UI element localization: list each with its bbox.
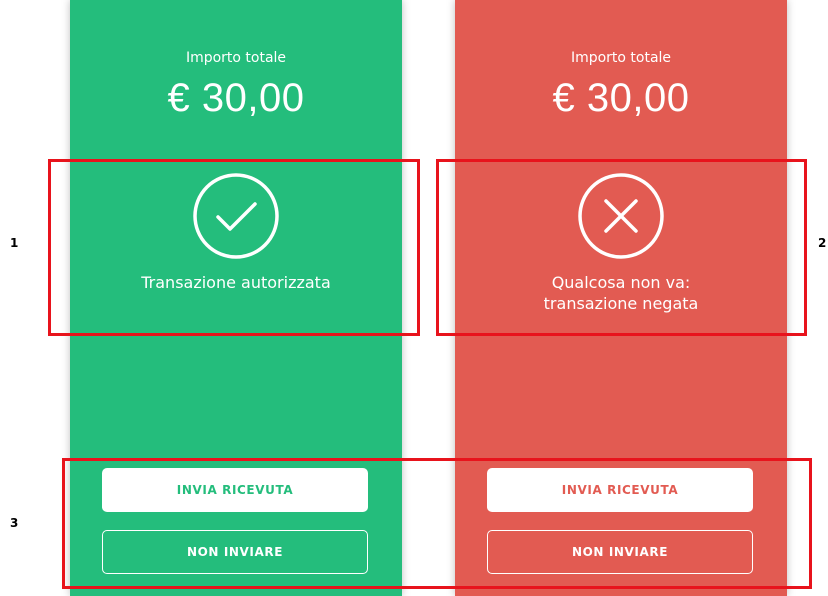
status-message: Qualcosa non va: transazione negata bbox=[455, 272, 787, 314]
total-amount-label: Importo totale bbox=[570, 50, 672, 66]
annotation-marker-2: 2 bbox=[818, 236, 827, 250]
failure-panel: Importo totale € 30,00 Qualcosa non va: … bbox=[455, 0, 787, 596]
check-circle-icon bbox=[193, 173, 279, 259]
dont-send-button[interactable]: NON INVIARE bbox=[102, 530, 368, 574]
status-message-line: transazione negata bbox=[543, 294, 699, 313]
send-receipt-button[interactable]: INVIA RICEVUTA bbox=[487, 468, 753, 512]
total-amount-value: € 30,00 bbox=[552, 76, 690, 120]
total-amount-value: € 30,00 bbox=[167, 76, 305, 120]
success-panel: Importo totale € 30,00 Transazione autor… bbox=[70, 0, 402, 596]
total-amount-label: Importo totale bbox=[185, 50, 287, 66]
dont-send-button[interactable]: NON INVIARE bbox=[487, 530, 753, 574]
annotation-marker-1: 1 bbox=[10, 236, 19, 250]
send-receipt-button[interactable]: INVIA RICEVUTA bbox=[102, 468, 368, 512]
status-message-line: Transazione autorizzata bbox=[141, 273, 331, 292]
status-message-line: Qualcosa non va: bbox=[551, 273, 691, 292]
status-message: Transazione autorizzata bbox=[70, 272, 402, 293]
x-circle-icon bbox=[578, 173, 664, 259]
annotation-marker-3: 3 bbox=[10, 516, 19, 530]
